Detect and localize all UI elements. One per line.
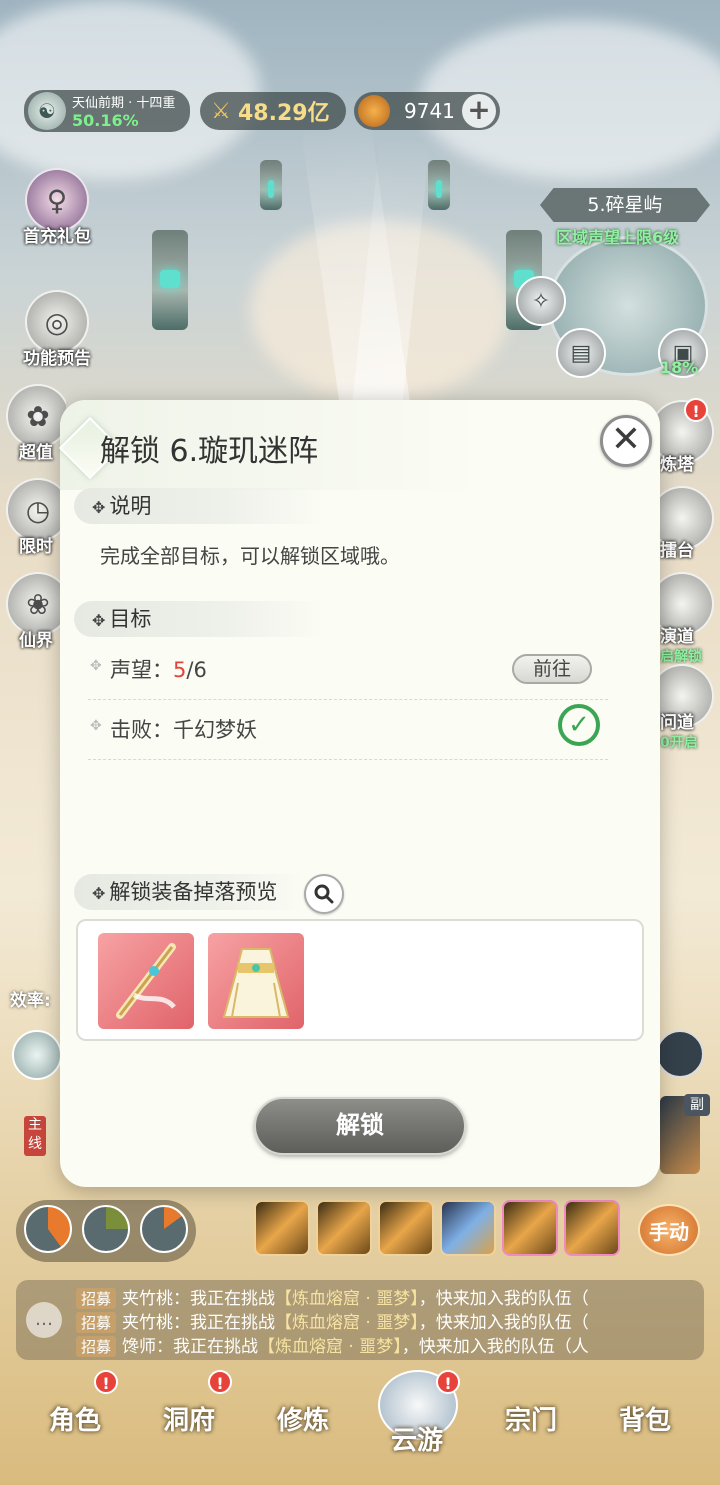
alert-badge: ! (208, 1370, 232, 1394)
sparkle-icon: ✥ (90, 658, 102, 674)
realm-panel[interactable]: ☯ 天仙前期 · 十四重 50.16% (24, 90, 190, 132)
dialog-title: 解锁 6.璇玑迷阵 (100, 434, 319, 469)
cooldown-ring (82, 1205, 130, 1253)
section-header-goals: ✥ 目标 (74, 601, 324, 637)
chat-line: 招募 夹竹桃：我正在挑战【炼血熔窟 · 噩梦】，快来加入我的队伍（ (76, 1284, 702, 1309)
cooldown-ring (140, 1205, 188, 1253)
robe-icon[interactable] (208, 933, 304, 1029)
currency-panel: 9741 + (354, 92, 500, 130)
loot-preview-box (76, 919, 644, 1041)
section-header-loot: ✥ 解锁装备掉落预览 (74, 874, 304, 910)
main-quest-tag: 主线 (24, 1116, 46, 1156)
value-pack-button[interactable]: ✿ 超值 (6, 384, 66, 463)
side-icon-label: 演道 (660, 627, 694, 647)
nav-item-sect[interactable]: 宗门 (476, 1400, 586, 1437)
goal-row: ✥ 击败：千幻梦妖 ✓ (88, 700, 608, 760)
section-header-description: ✥ 说明 (74, 488, 324, 524)
skill-slot[interactable] (316, 1200, 372, 1256)
side-icon-label: 超值 (19, 443, 53, 463)
alert-badge: ! (436, 1370, 460, 1394)
sparkle-icon: ✥ (92, 611, 106, 630)
alert-badge: ! (684, 398, 708, 422)
alert-badge: ! (94, 1370, 118, 1394)
combat-power-value: 48.29亿 (238, 101, 330, 126)
unlock-button[interactable]: 解锁 (254, 1097, 466, 1155)
feature-preview-button[interactable]: ◎ 功能预告 (12, 290, 102, 369)
manual-mode-button[interactable]: 手动 (638, 1204, 700, 1256)
scroll-icon[interactable]: ▤ (556, 328, 606, 378)
floating-pillar (428, 160, 450, 210)
immortal-realm-button[interactable]: ❀ 仙界 (6, 572, 66, 651)
close-button[interactable]: ✕ (600, 415, 652, 467)
compass-icon[interactable]: ✧ (516, 276, 566, 326)
chat-panel[interactable]: … 招募 夹竹桃：我正在挑战【炼血熔窟 · 噩梦】，快来加入我的队伍（ 招募 夹竹桃… (16, 1280, 704, 1360)
skill-slot[interactable] (254, 1200, 310, 1256)
realm-icon: ☯ (28, 92, 66, 130)
chat-line: 招募 馋师：我正在挑战【炼血熔窟 · 噩梦】，快来加入我的队伍（人 (76, 1332, 702, 1357)
skill-slot[interactable] (378, 1200, 434, 1256)
sparkle-icon: ✥ (90, 718, 102, 734)
side-icon-label: 问道 (660, 713, 694, 733)
skill-slot[interactable] (502, 1200, 558, 1256)
floating-pillar (152, 230, 188, 330)
unlock-description: 完成全部目标，可以解锁区域哦。 (100, 544, 400, 568)
nav-item-bag[interactable]: 背包 (590, 1400, 700, 1437)
crossed-swords-icon: ⚔ (211, 98, 231, 124)
realm-progress: 50.16% (72, 111, 139, 130)
skill-slot[interactable] (440, 1200, 496, 1256)
nav-item-character[interactable]: 角色 (20, 1400, 130, 1437)
realm-name: 天仙前期 · 十四重 (72, 96, 176, 111)
sword-icon[interactable] (98, 933, 194, 1029)
floating-pillar (260, 160, 282, 210)
nav-item-travel[interactable]: 云游 (362, 1420, 472, 1457)
side-icon-label: 首充礼包 (23, 227, 91, 247)
zone-subtitle: 区域声望上限6级 (556, 228, 680, 247)
side-icon-label: 限时 (19, 537, 53, 557)
goal-text: 击败：千幻梦妖 (110, 718, 257, 742)
side-icon-label: 擂台 (660, 541, 694, 561)
checkmark-icon: ✓ (558, 704, 600, 746)
sparkle-icon: ✥ (92, 884, 106, 903)
skill-slot[interactable] (564, 1200, 620, 1256)
goto-button[interactable]: 前往 (512, 654, 592, 684)
grid-menu-icon[interactable] (656, 1030, 704, 1078)
zone-title: 5.碎星屿 (540, 188, 710, 222)
nav-item-cave[interactable]: 洞府 (134, 1400, 244, 1437)
bottom-nav: 角色 ! 洞府 ! 修炼 云游 ! 宗门 背包 (0, 1370, 720, 1485)
goal-row: ✥ 声望：5/6 前往 (88, 640, 608, 700)
sparkle-icon: ✥ (92, 498, 106, 517)
add-currency-button[interactable]: + (462, 94, 496, 128)
side-quest-tag: 副 (684, 1094, 710, 1116)
side-icon-label: 功能预告 (23, 349, 91, 369)
currency-value: 9741 (404, 99, 455, 123)
search-icon (314, 884, 334, 904)
combat-power-panel: ⚔ 48.29亿 (200, 92, 346, 130)
side-icon-label: 仙界 (19, 631, 53, 651)
unlock-dialog: 解锁 6.璇玑迷阵 ✕ ✥ 说明 完成全部目标，可以解锁区域哦。 ✥ 目标 ✥ 声望… (58, 400, 660, 1187)
nav-item-cultivate[interactable]: 修炼 (248, 1400, 358, 1437)
side-icon-sublabel: 启解锁 (660, 649, 702, 665)
cooldown-ring (24, 1205, 72, 1253)
side-icon-label: 炼塔 (660, 455, 694, 475)
coin-icon (358, 95, 390, 127)
limited-time-button[interactable]: ◷ 限时 (6, 478, 66, 557)
side-icon-sublabel: 0开启 (660, 735, 698, 751)
auto-battle-icon[interactable] (12, 1030, 62, 1080)
chat-bubble-icon: … (26, 1302, 62, 1338)
first-recharge-gift-button[interactable]: ♀ 首充礼包 (12, 168, 102, 247)
chat-line: 招募 夹竹桃：我正在挑战【炼血熔窟 · 噩梦】，快来加入我的队伍（ (76, 1308, 702, 1333)
goal-text: 声望：5/6 (110, 658, 207, 682)
search-button[interactable] (304, 874, 344, 914)
zone-progress: 18% (660, 358, 699, 377)
efficiency-label: 效率: (10, 991, 51, 1011)
